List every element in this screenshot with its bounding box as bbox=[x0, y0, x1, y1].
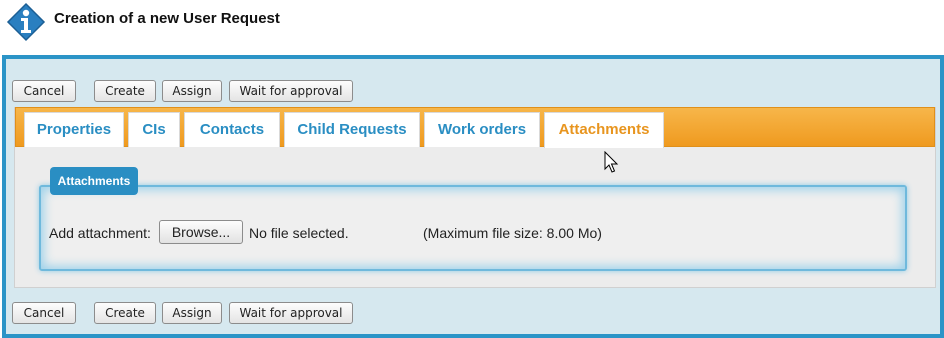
file-status-text: No file selected. bbox=[249, 225, 349, 241]
tab-work-orders[interactable]: Work orders bbox=[424, 112, 540, 147]
page-title: Creation of a new User Request bbox=[54, 10, 280, 27]
title-bar: Creation of a new User Request bbox=[0, 0, 944, 52]
create-button-top[interactable]: Create bbox=[94, 80, 156, 102]
attachments-legend: Attachments bbox=[50, 167, 138, 195]
tab-panel: Properties CIs Contacts Child Requests W… bbox=[14, 107, 936, 288]
assign-button-top[interactable]: Assign bbox=[162, 80, 222, 102]
create-button-bottom[interactable]: Create bbox=[94, 302, 156, 324]
cancel-button-top[interactable]: Cancel bbox=[12, 80, 76, 102]
wait-for-approval-button-top[interactable]: Wait for approval bbox=[229, 80, 353, 102]
tab-properties[interactable]: Properties bbox=[24, 112, 124, 147]
request-form-frame: Cancel Create Assign Wait for approval P… bbox=[2, 55, 944, 338]
add-attachment-label: Add attachment: bbox=[49, 225, 151, 241]
wait-for-approval-button-bottom[interactable]: Wait for approval bbox=[229, 302, 353, 324]
tab-attachments[interactable]: Attachments bbox=[544, 112, 664, 148]
tab-contacts[interactable]: Contacts bbox=[184, 112, 280, 147]
tab-child-requests[interactable]: Child Requests bbox=[284, 112, 420, 147]
tab-strip: Properties CIs Contacts Child Requests W… bbox=[15, 107, 935, 148]
tab-cis[interactable]: CIs bbox=[128, 112, 180, 147]
info-icon bbox=[6, 2, 46, 42]
cancel-button-bottom[interactable]: Cancel bbox=[12, 302, 76, 324]
assign-button-bottom[interactable]: Assign bbox=[162, 302, 222, 324]
max-file-size-note: (Maximum file size: 8.00 Mo) bbox=[423, 225, 602, 241]
browse-button[interactable]: Browse... bbox=[159, 220, 243, 244]
mouse-cursor-icon bbox=[604, 151, 619, 173]
